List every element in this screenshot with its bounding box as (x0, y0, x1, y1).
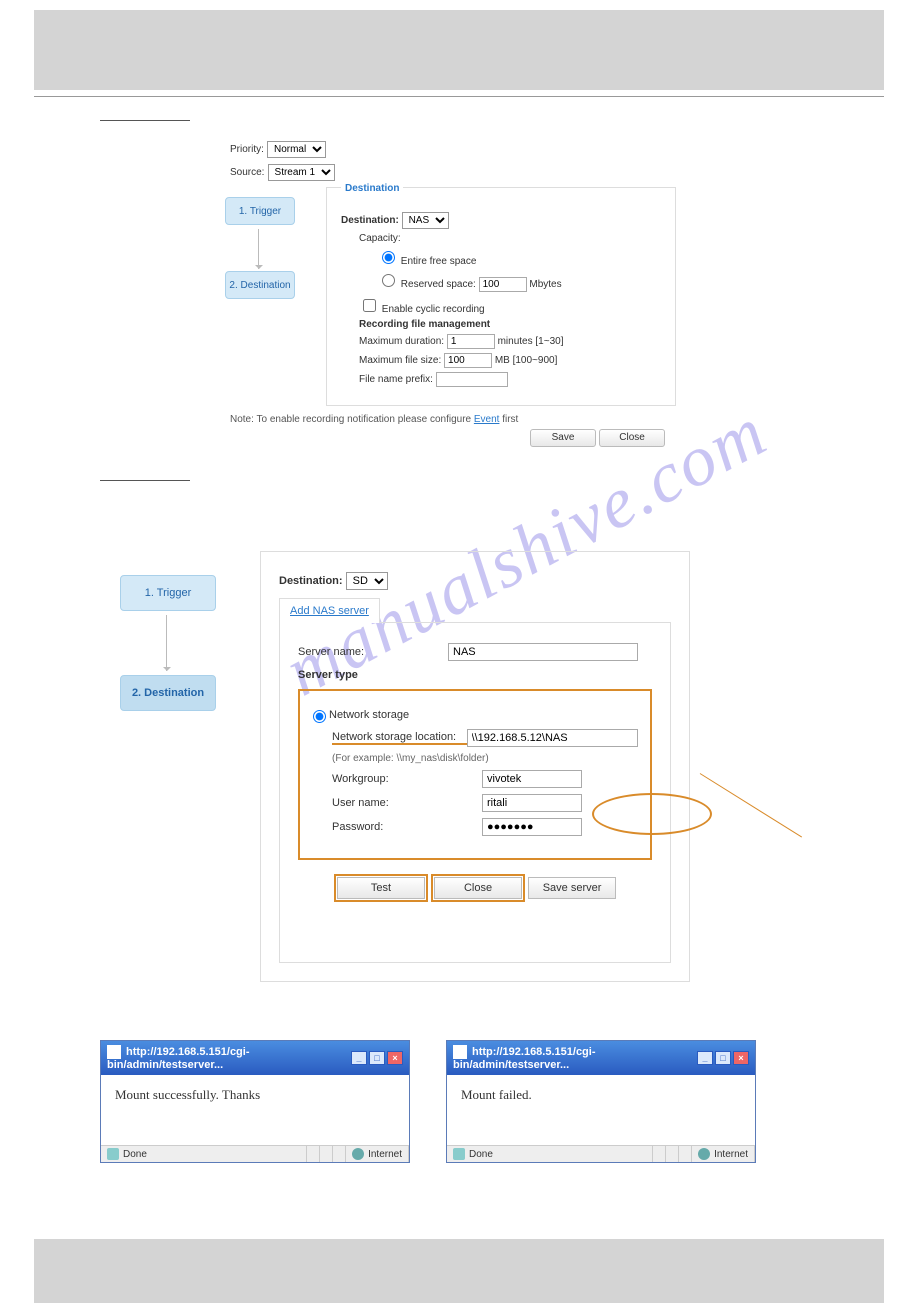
reserved-space-input[interactable] (479, 277, 527, 292)
step-trigger[interactable]: 1. Trigger (225, 197, 295, 225)
section-rule-2 (100, 471, 190, 481)
step-destination-2[interactable]: 2. Destination (120, 675, 216, 711)
max-duration-input[interactable] (447, 334, 495, 349)
recording-mgmt-heading: Recording file management (359, 319, 490, 330)
note-prefix: Note: To enable recording notification p… (230, 414, 474, 425)
storage-location-label: Network storage location: (332, 731, 467, 745)
close-button-2[interactable]: Close (434, 877, 522, 899)
status-internet-2: Internet (714, 1149, 748, 1160)
network-storage-radio[interactable] (313, 710, 326, 723)
flow-arrow-icon-2 (166, 615, 167, 671)
status-internet-1: Internet (368, 1149, 402, 1160)
test-result-window-success: http://192.168.5.151/cgi-bin/admin/tests… (100, 1040, 410, 1163)
password-label: Password: (332, 821, 482, 833)
close-icon[interactable]: × (733, 1051, 749, 1065)
close-icon[interactable]: × (387, 1051, 403, 1065)
max-filesize-input[interactable] (444, 353, 492, 368)
storage-location-example: (For example: \\my_nas\disk\folder) (332, 753, 638, 764)
status-done-2: Done (469, 1149, 493, 1160)
window-title-1: http://192.168.5.151/cgi-bin/admin/tests… (107, 1046, 250, 1071)
cyclic-recording-label: Enable cyclic recording (382, 304, 485, 315)
max-filesize-label: Maximum file size: (359, 355, 441, 366)
capacity-label: Capacity: (359, 233, 661, 244)
priority-select[interactable]: Normal (267, 141, 326, 158)
save-button[interactable]: Save (530, 429, 596, 447)
username-label: User name: (332, 797, 482, 809)
destination-select[interactable]: NAS (402, 212, 449, 229)
reserved-space-label: Reserved space: (401, 279, 476, 290)
fail-message: Mount failed. (447, 1075, 755, 1145)
maximize-icon[interactable]: □ (369, 1051, 385, 1065)
priority-label: Priority: (230, 144, 264, 155)
event-link[interactable]: Event (474, 414, 500, 425)
window-title-2: http://192.168.5.151/cgi-bin/admin/tests… (453, 1046, 596, 1071)
step-destination[interactable]: 2. Destination (225, 271, 295, 299)
panel-title: Destination (341, 183, 403, 194)
source-label: Source: (230, 167, 264, 178)
close-button[interactable]: Close (599, 429, 665, 447)
source-select[interactable]: Stream 1 (268, 164, 335, 181)
filename-prefix-label: File name prefix: (359, 374, 433, 385)
reserved-unit: Mbytes (529, 279, 561, 290)
test-result-window-fail: http://192.168.5.151/cgi-bin/admin/tests… (446, 1040, 756, 1163)
section-rule-1 (100, 111, 190, 121)
cyclic-recording-checkbox[interactable] (363, 299, 376, 312)
minimize-icon[interactable]: _ (351, 1051, 367, 1065)
workgroup-label: Workgroup: (332, 773, 482, 785)
storage-location-input[interactable] (467, 729, 638, 747)
divider (34, 96, 884, 97)
reserved-space-radio[interactable] (382, 274, 395, 287)
maximize-icon[interactable]: □ (715, 1051, 731, 1065)
save-server-button[interactable]: Save server (528, 877, 616, 899)
nas-server-config-panel: 1. Trigger 2. Destination Destination: S… (120, 551, 858, 982)
username-input[interactable] (482, 794, 582, 812)
note-suffix: first (499, 414, 518, 425)
destination-label-2: Destination: (279, 575, 343, 587)
test-button[interactable]: Test (337, 877, 425, 899)
max-duration-label: Maximum duration: (359, 336, 444, 347)
ie-icon (107, 1045, 121, 1059)
success-message: Mount successfully. Thanks (101, 1075, 409, 1145)
internet-icon (352, 1148, 364, 1160)
server-type-label: Server type (298, 669, 358, 681)
page-icon (453, 1148, 465, 1160)
max-duration-unit: minutes [1~30] (498, 336, 564, 347)
flow-arrow-icon (258, 229, 259, 269)
header-bar (34, 10, 884, 90)
server-name-input[interactable] (448, 643, 638, 661)
entire-free-space-label: Entire free space (401, 256, 477, 267)
ie-icon (453, 1045, 467, 1059)
destination-label: Destination: (341, 215, 399, 226)
workgroup-input[interactable] (482, 770, 582, 788)
minimize-icon[interactable]: _ (697, 1051, 713, 1065)
step-trigger-2[interactable]: 1. Trigger (120, 575, 216, 611)
network-storage-label: Network storage (329, 709, 409, 721)
entire-free-space-radio[interactable] (382, 251, 395, 264)
destination-select-2[interactable]: SD (346, 572, 388, 590)
page-icon (107, 1148, 119, 1160)
max-filesize-unit: MB [100~900] (495, 355, 558, 366)
add-nas-server-tab[interactable]: Add NAS server (279, 598, 380, 623)
footer-bar (34, 1239, 884, 1303)
internet-icon (698, 1148, 710, 1160)
highlight-line (700, 773, 802, 837)
status-done-1: Done (123, 1149, 147, 1160)
filename-prefix-input[interactable] (436, 372, 508, 387)
server-name-label: Server name: (298, 646, 448, 658)
destination-config-panel-1: Priority: Normal Source: Stream 1 1. Tri… (230, 141, 770, 447)
password-input[interactable] (482, 818, 582, 836)
